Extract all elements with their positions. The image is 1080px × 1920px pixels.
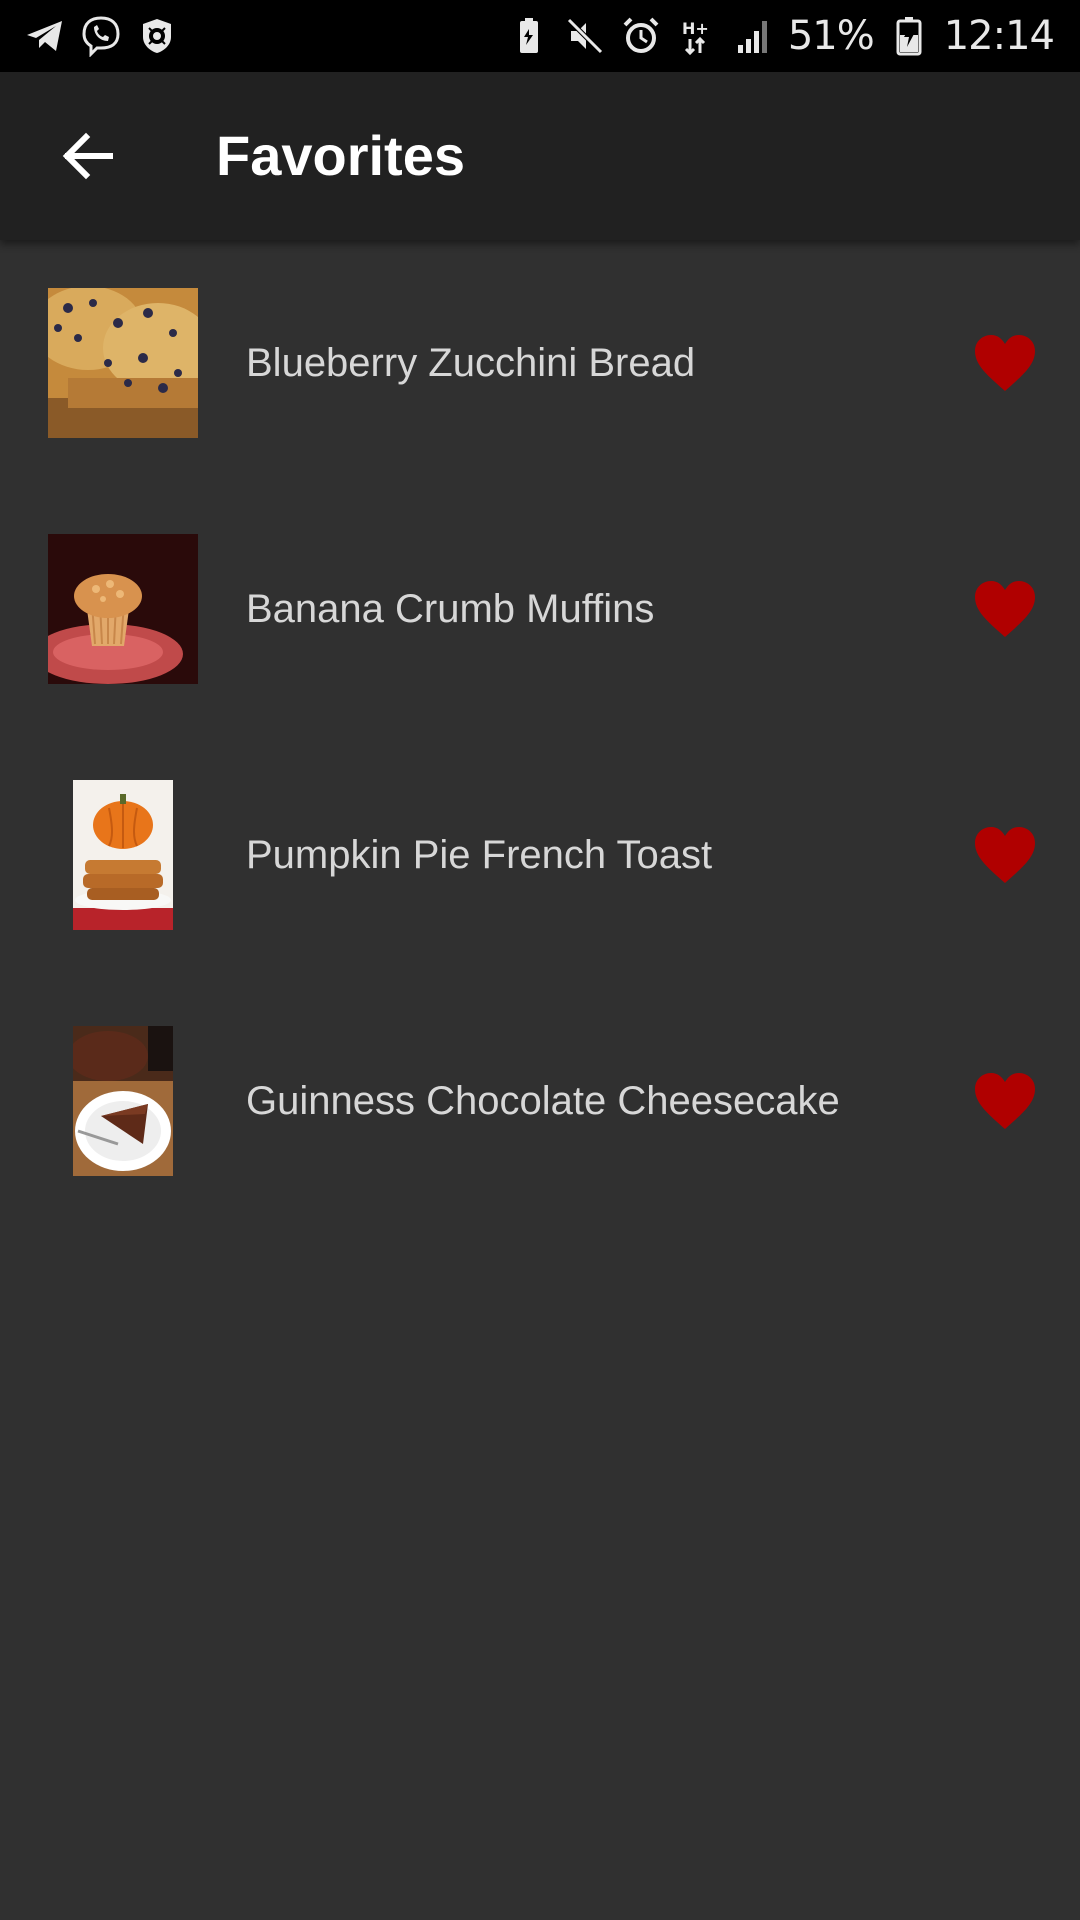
- favorite-toggle-button[interactable]: [970, 1066, 1040, 1136]
- page-title: Favorites: [216, 124, 465, 187]
- status-right-icons: H+ 51% 12:14: [508, 10, 1055, 62]
- recipe-title: Blueberry Zucchini Bread: [246, 341, 696, 385]
- mute-icon: [564, 15, 606, 57]
- telegram-icon: [24, 15, 66, 57]
- battery-saver-icon: [508, 15, 550, 57]
- favorites-screen: H+ 51% 12:14 Favorites Blueberry Zucchin…: [0, 0, 1080, 1920]
- battery-percent: 51%: [787, 13, 875, 59]
- favorite-toggle-button[interactable]: [970, 820, 1040, 890]
- favorite-toggle-button[interactable]: [970, 328, 1040, 398]
- guinness-chocolate-cheesecake-photo: [73, 1026, 173, 1176]
- list-item[interactable]: Banana Crumb Muffins: [0, 486, 1080, 732]
- status-bar: H+ 51% 12:14: [0, 0, 1080, 72]
- dr-web-icon: [136, 15, 178, 57]
- recipe-title: Guinness Chocolate Cheesecake: [246, 1079, 840, 1123]
- battery-charging-icon: [888, 15, 930, 57]
- alarm-icon: [620, 15, 662, 57]
- list-item[interactable]: Guinness Chocolate Cheesecake: [0, 978, 1080, 1224]
- recipe-title: Banana Crumb Muffins: [246, 587, 655, 631]
- favorite-toggle-button[interactable]: [970, 574, 1040, 644]
- pumpkin-pie-french-toast-photo: [73, 780, 173, 930]
- back-button[interactable]: [40, 108, 136, 204]
- blueberry-zucchini-bread-photo: [48, 288, 198, 438]
- banana-crumb-muffins-photo: [48, 534, 198, 684]
- heart-icon: [975, 1073, 1035, 1129]
- list-item[interactable]: Blueberry Zucchini Bread: [0, 240, 1080, 486]
- recipe-title: Pumpkin Pie French Toast: [246, 833, 713, 877]
- heart-icon: [975, 827, 1035, 883]
- heart-icon: [975, 335, 1035, 391]
- list-item[interactable]: Pumpkin Pie French Toast: [0, 732, 1080, 978]
- network-h-plus-icon: H+: [676, 15, 718, 57]
- favorites-list: Blueberry Zucchini Bread Banana Crumb Mu…: [0, 240, 1080, 1224]
- clock: 12:14: [943, 13, 1055, 59]
- app-bar: Favorites: [0, 72, 1080, 240]
- signal-icon: [732, 15, 774, 57]
- svg-text:H+: H+: [682, 19, 709, 38]
- arrow-back-icon: [62, 132, 113, 180]
- heart-icon: [975, 581, 1035, 637]
- viber-icon: [80, 15, 122, 57]
- status-left-icons: [24, 12, 178, 60]
